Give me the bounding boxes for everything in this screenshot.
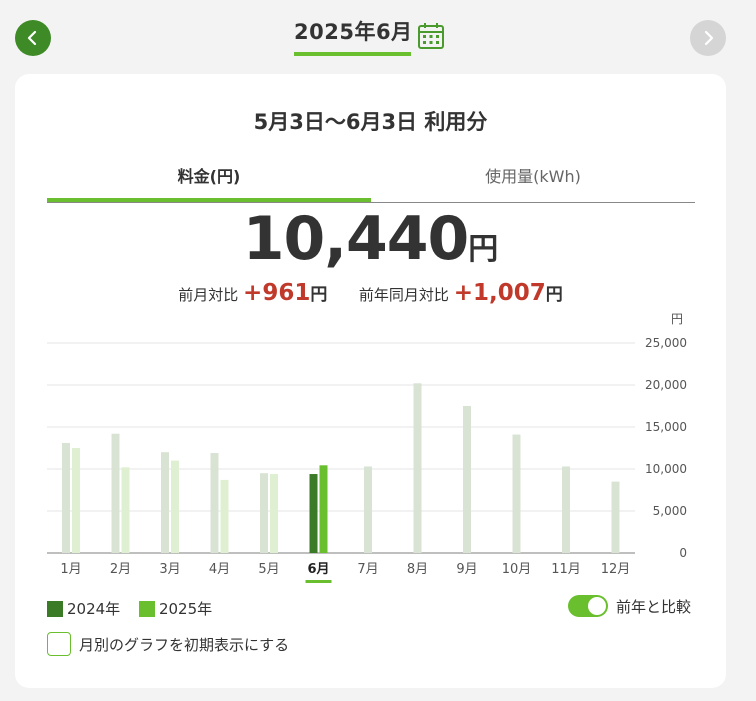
bar-2024-11 bbox=[562, 466, 570, 553]
legend-label: 2025年 bbox=[158, 600, 213, 618]
bar-2024-7 bbox=[364, 466, 372, 553]
x-tick-label: 11月 bbox=[551, 562, 581, 577]
x-tick-label: 7月 bbox=[357, 562, 378, 577]
bar-2025-4 bbox=[220, 479, 229, 553]
bar-2024-9 bbox=[463, 406, 471, 553]
chevron-right-icon bbox=[704, 30, 714, 46]
x-tick-label: 5月 bbox=[258, 562, 279, 577]
x-tick-label: 12月 bbox=[601, 562, 631, 577]
legend-label: 2024年 bbox=[67, 600, 121, 618]
bar-2024-4 bbox=[210, 453, 219, 553]
month-navigation: 2025年6月 bbox=[0, 0, 756, 70]
selected-month-underline bbox=[305, 580, 332, 583]
bar-2024-6 bbox=[309, 474, 318, 553]
active-tab-indicator bbox=[47, 198, 371, 202]
bar-2025-1 bbox=[72, 448, 80, 553]
next-month-button[interactable] bbox=[690, 20, 726, 56]
billing-period: 5月3日〜6月3日 利用分 bbox=[253, 110, 488, 134]
legend-swatch bbox=[47, 600, 63, 617]
prev-year-unit: 円 bbox=[545, 285, 563, 305]
comparison-row: 前月対比 +961円 前年同月対比 +1,007円 bbox=[15, 280, 726, 306]
x-tick-label: 4月 bbox=[209, 562, 230, 577]
legend-item-2025: 2025年 bbox=[138, 598, 213, 619]
default-graph-option: 月別のグラフを初期表示にする bbox=[47, 632, 289, 656]
y-tick-label: 15,000 bbox=[645, 420, 687, 434]
bar-2024-3 bbox=[161, 452, 169, 553]
toggle-knob bbox=[588, 597, 606, 615]
x-tick-label: 2月 bbox=[110, 562, 131, 577]
amount-unit: 円 bbox=[468, 232, 499, 267]
bar-2025-2 bbox=[121, 467, 130, 553]
prev-month-unit: 円 bbox=[310, 285, 328, 305]
month-title-underline bbox=[294, 52, 411, 56]
bar-2024-12 bbox=[611, 481, 620, 553]
y-axis-unit: 円 bbox=[671, 312, 683, 326]
compare-toggle-label: 前年と比較 bbox=[616, 597, 692, 616]
prev-year-label: 前年同月対比 bbox=[358, 286, 449, 304]
bar-2025-6 bbox=[319, 465, 328, 553]
chevron-left-icon bbox=[27, 30, 37, 46]
prev-month-button[interactable] bbox=[15, 20, 51, 56]
x-tick-label: 1月 bbox=[60, 562, 81, 577]
billing-card: 5月3日〜6月3日 利用分 料金(円) 使用量(kWh) 10,440円 前月対… bbox=[15, 74, 726, 688]
total-amount: 10,440円 bbox=[15, 204, 726, 274]
legend-item-2024: 2024年 bbox=[47, 598, 120, 619]
bar-2024-5 bbox=[260, 473, 268, 553]
y-tick-label: 20,000 bbox=[645, 378, 687, 392]
prev-month-label: 前月対比 bbox=[178, 286, 239, 304]
bar-2025-5 bbox=[270, 474, 278, 553]
compare-toggle-row: 前年と比較 bbox=[568, 595, 691, 617]
prev-month-diff: +961 bbox=[243, 280, 311, 306]
bar-2024-2 bbox=[111, 433, 120, 553]
bar-2024-10 bbox=[512, 434, 521, 553]
y-tick-label: 10,000 bbox=[645, 462, 687, 476]
y-tick-label: 0 bbox=[679, 546, 687, 560]
monthly-bar-chart: 円 0 5,000 10,000 15,000 20,000 25,000 1月 2月 3月 4月 5… bbox=[47, 312, 687, 583]
x-tick-label: 3月 bbox=[159, 562, 180, 577]
tab-bar: 料金(円) 使用量(kWh) bbox=[47, 162, 695, 203]
compare-toggle[interactable] bbox=[568, 595, 608, 617]
tab-fee[interactable]: 料金(円) bbox=[47, 162, 371, 200]
chart-legend: 2024年 2025年 bbox=[47, 598, 226, 621]
prev-year-diff: +1,007 bbox=[453, 280, 546, 306]
bar-2025-3 bbox=[171, 460, 179, 553]
x-tick-label: 8月 bbox=[407, 562, 428, 577]
tab-usage[interactable]: 使用量(kWh) bbox=[371, 162, 695, 200]
y-tick-label: 5,000 bbox=[653, 504, 687, 518]
x-tick-label: 6月 bbox=[307, 562, 329, 577]
legend-swatch bbox=[138, 600, 155, 617]
y-tick-label: 25,000 bbox=[645, 336, 687, 350]
default-graph-checkbox[interactable] bbox=[47, 632, 71, 656]
calendar-icon[interactable] bbox=[417, 22, 445, 50]
x-tick-label: 10月 bbox=[502, 562, 532, 577]
default-graph-label: 月別のグラフを初期表示にする bbox=[79, 635, 290, 654]
amount-value: 10,440 bbox=[242, 204, 470, 274]
bar-2024-1 bbox=[62, 442, 70, 553]
bar-2024-8 bbox=[413, 383, 422, 553]
x-tick-label: 9月 bbox=[456, 562, 477, 577]
month-title: 2025年6月 bbox=[294, 20, 413, 44]
